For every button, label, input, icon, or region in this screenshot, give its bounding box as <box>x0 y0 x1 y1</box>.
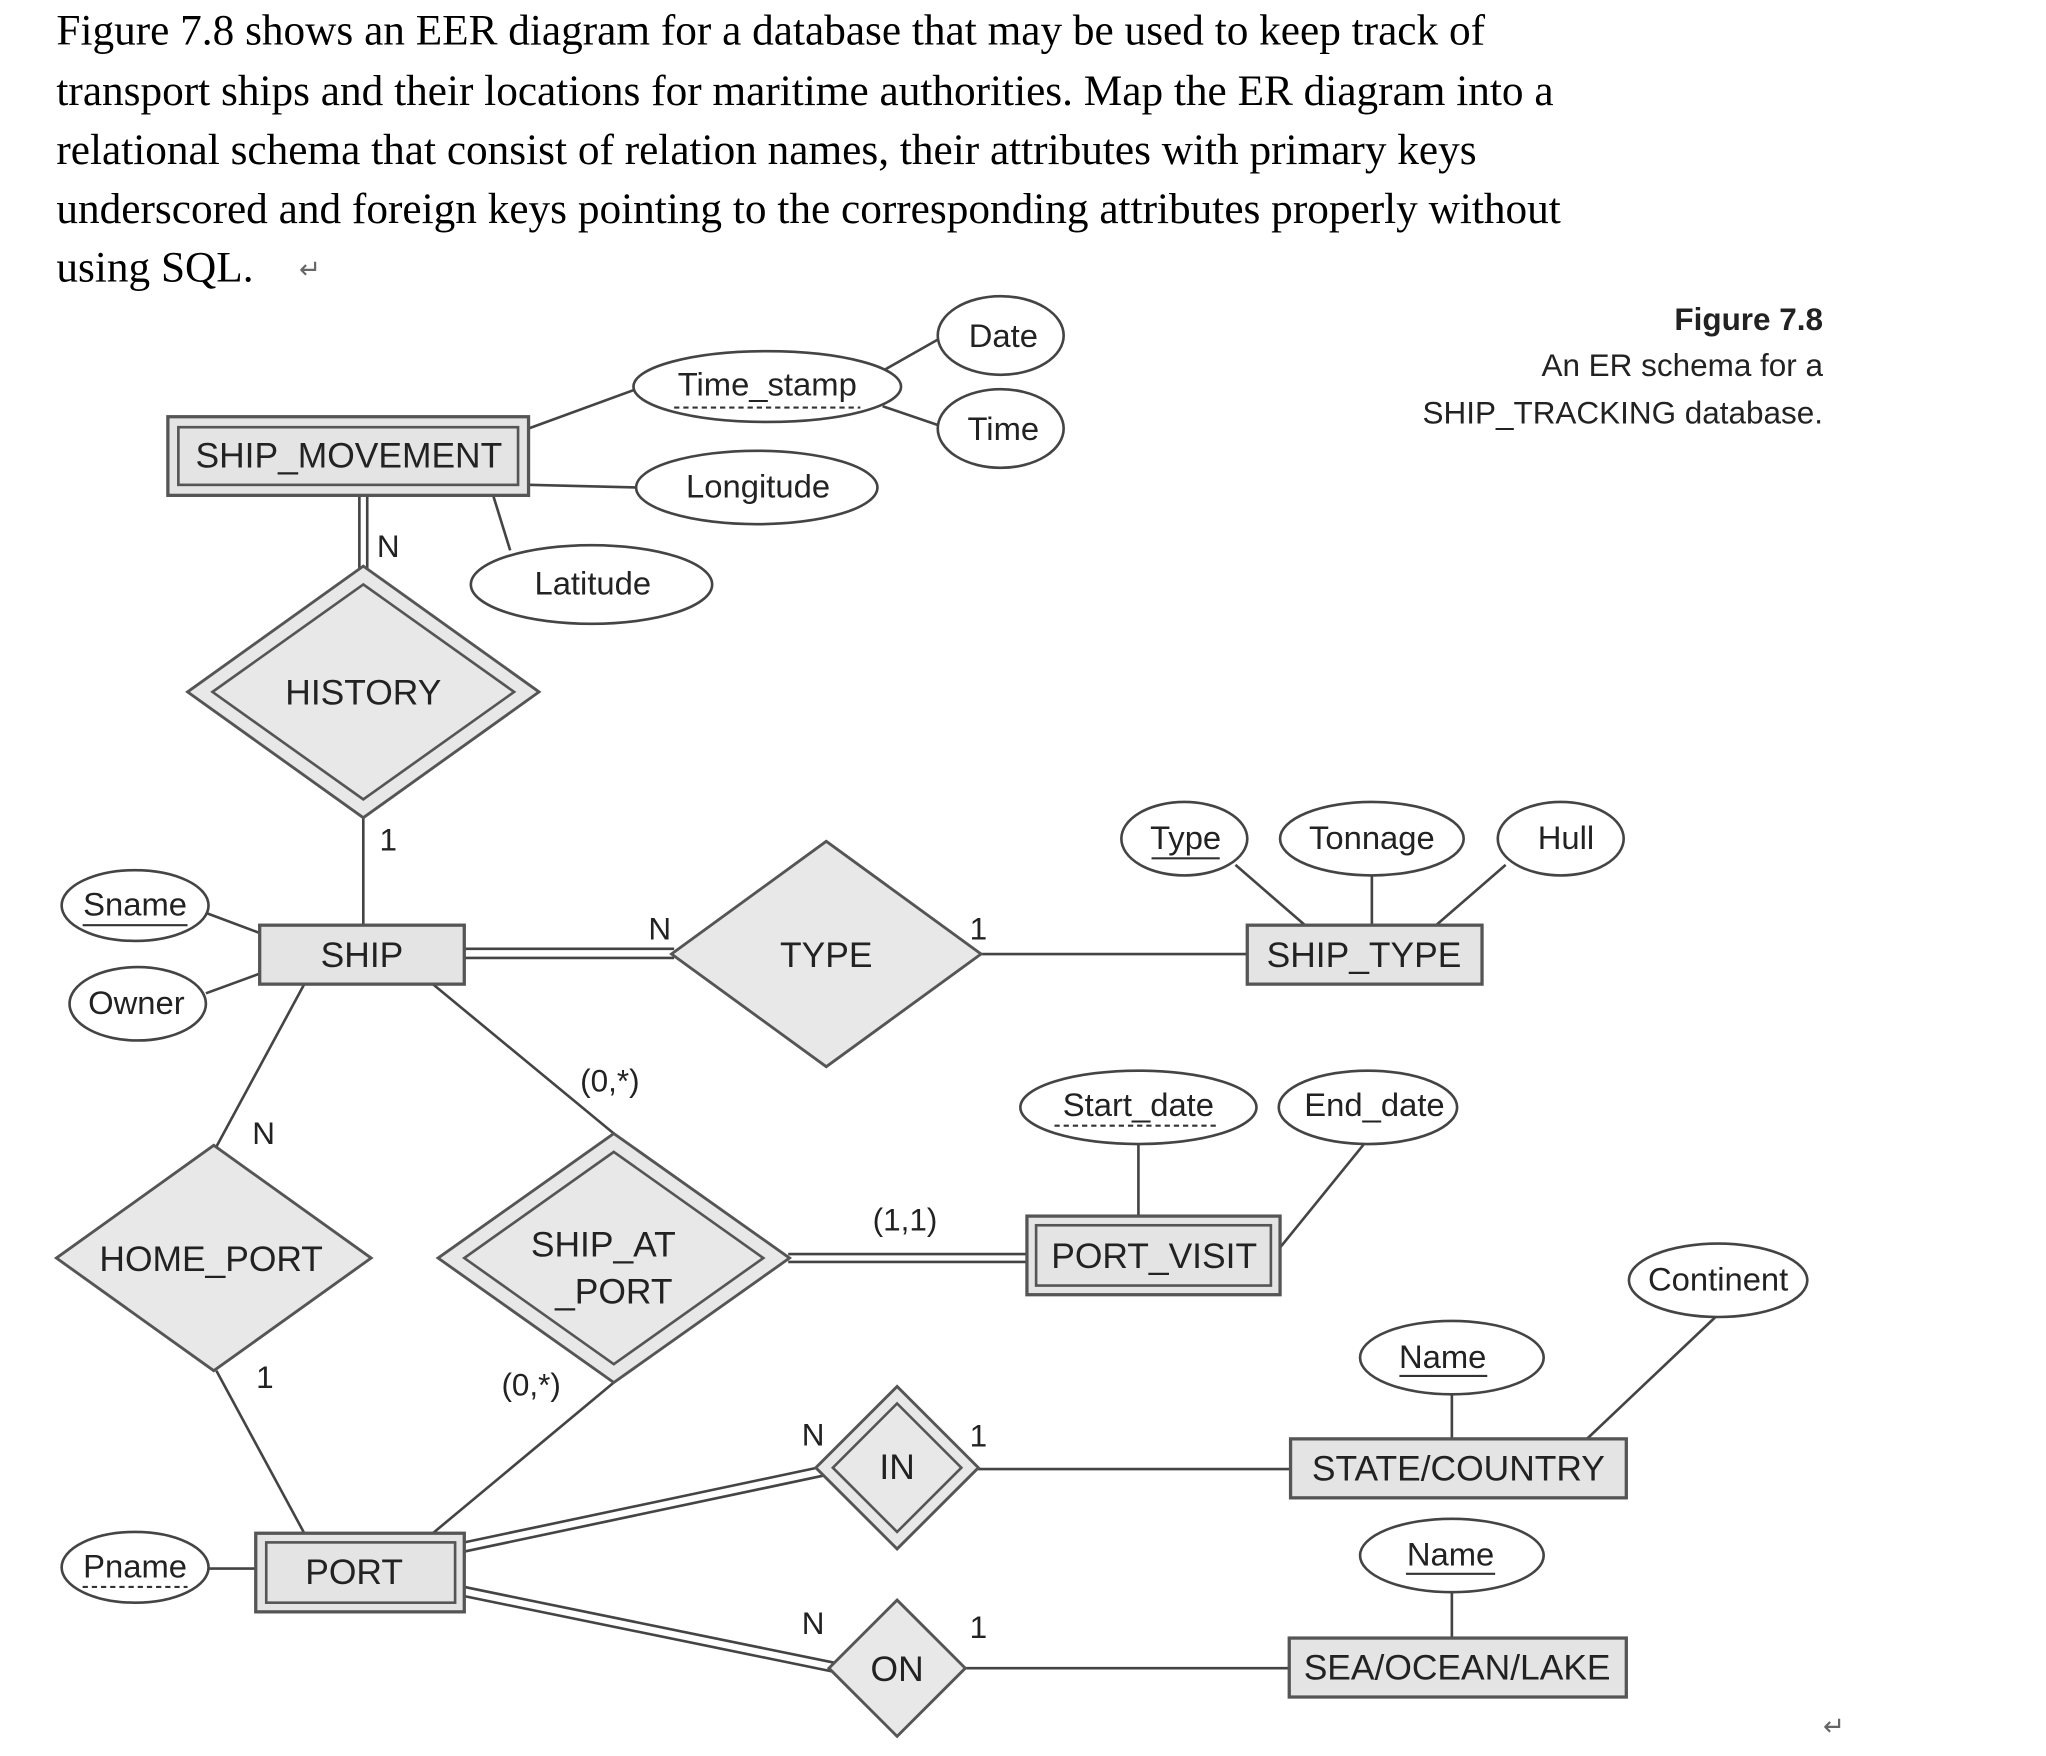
figure-number: Figure 7.8 <box>1674 302 1823 337</box>
attribute-state-name: Name <box>1358 1319 1545 1396</box>
attribute-label: Date <box>969 317 1038 354</box>
entity-port: PORT <box>254 1531 466 1614</box>
question-text: Figure 7.8 shows an EER diagram for a da… <box>56 7 1560 292</box>
attribute-label: Type <box>1150 819 1221 856</box>
attribute-longitude: Longitude <box>634 449 879 526</box>
attribute-label: Tonnage <box>1309 819 1435 856</box>
relationship-label: HISTORY <box>285 674 441 713</box>
attribute-label: Time_stamp <box>678 365 857 402</box>
attribute-label: Name <box>1399 1338 1486 1375</box>
caption-line: SHIP_TRACKING database. <box>1423 395 1823 430</box>
attribute-label: Time <box>968 410 1040 447</box>
relationship-on: ON <box>826 1598 968 1739</box>
cardinality-label: 1 <box>970 1419 988 1454</box>
attribute-hull: Hull <box>1496 800 1625 877</box>
cardinality-label: (0,*) <box>501 1368 560 1403</box>
return-mark-icon: ↵ <box>1823 1712 1845 1742</box>
relationship-ship-at-port: SHIP_AT _PORT <box>435 1131 793 1385</box>
attribute-label: Continent <box>1648 1261 1788 1298</box>
return-mark-icon: ↵ <box>299 255 321 285</box>
cardinality-label: N <box>648 912 671 947</box>
relationship-type: TYPE <box>669 839 984 1069</box>
cardinality-label: 1 <box>970 912 988 947</box>
question-line: using SQL. <box>56 244 253 292</box>
attribute-label: Longitude <box>686 468 830 505</box>
relationship-label: HOME_PORT <box>99 1240 323 1279</box>
attribute-label: Sname <box>83 886 187 923</box>
attribute-owner: Owner <box>68 965 208 1042</box>
cardinality-label: N <box>252 1116 275 1151</box>
attribute-label: End_date <box>1304 1086 1444 1123</box>
question-line: relational schema that consist of relati… <box>56 126 1476 174</box>
attribute-time: Time <box>936 387 1065 470</box>
attribute-sname: Sname <box>60 868 210 943</box>
attribute-label: Pname <box>83 1547 187 1584</box>
figure-caption: Figure 7.8 An ER schema for a SHIP_TRACK… <box>1423 302 1824 430</box>
entity-label: PORT <box>305 1553 403 1592</box>
entity-label: STATE/COUNTRY <box>1312 1450 1605 1489</box>
cardinality-label: 1 <box>379 823 397 858</box>
relationship-label: _PORT <box>554 1273 672 1312</box>
entity-state-country: STATE/COUNTRY <box>1288 1437 1628 1500</box>
entity-ship-type: SHIP_TYPE <box>1245 923 1484 986</box>
relationship-home-port: HOME_PORT <box>53 1143 374 1373</box>
cardinality-label: (0,*) <box>580 1064 639 1099</box>
cardinality-label: 1 <box>256 1360 274 1395</box>
attribute-tonnage: Tonnage <box>1278 800 1465 877</box>
attribute-sea-name: Name <box>1358 1517 1545 1594</box>
cardinality-label: N <box>802 1417 825 1452</box>
cardinality-label: 1 <box>970 1610 988 1645</box>
relationship-label: SHIP_AT <box>531 1225 676 1264</box>
entity-ship: SHIP <box>258 923 466 986</box>
question-line: underscored and foreign keys pointing to… <box>56 185 1560 233</box>
entity-label: SEA/OCEAN/LAKE <box>1304 1649 1611 1688</box>
cardinality-label: (1,1) <box>873 1203 938 1238</box>
attribute-end-date: End_date <box>1277 1069 1459 1146</box>
attribute-pname: Pname <box>60 1530 210 1604</box>
attribute-type: Type <box>1120 800 1249 877</box>
attribute-start-date: Start_date <box>1019 1069 1258 1146</box>
attribute-label: Latitude <box>534 565 651 602</box>
attribute-date: Date <box>936 294 1065 377</box>
entity-ship-movement: SHIP_MOVEMENT <box>166 415 531 497</box>
relationship-label: IN <box>879 1448 914 1487</box>
entity-label: SHIP_MOVEMENT <box>195 437 502 476</box>
attribute-label: Name <box>1407 1536 1494 1573</box>
question-line: Figure 7.8 shows an EER diagram for a da… <box>56 7 1485 55</box>
entity-label: SHIP <box>321 936 404 975</box>
attribute-label: Owner <box>88 984 185 1021</box>
relationship-in: IN <box>813 1384 981 1551</box>
entity-label: SHIP_TYPE <box>1267 936 1462 975</box>
attribute-label: Hull <box>1538 819 1594 856</box>
question-line: transport ships and their locations for … <box>56 67 1553 115</box>
entity-port-visit: PORT_VISIT <box>1025 1214 1282 1297</box>
attribute-latitude: Latitude <box>469 543 714 626</box>
cardinality-label: N <box>377 529 400 564</box>
attribute-label: Start_date <box>1063 1086 1214 1123</box>
entity-label: PORT_VISIT <box>1051 1237 1257 1276</box>
relationship-label: TYPE <box>780 936 872 975</box>
cardinality-label: N <box>802 1606 825 1641</box>
entity-sea-ocean-lake: SEA/OCEAN/LAKE <box>1287 1636 1628 1699</box>
attribute-time-stamp: Time_stamp <box>632 349 903 424</box>
relationship-label: ON <box>871 1650 924 1689</box>
attribute-continent: Continent <box>1627 1242 1809 1319</box>
caption-line: An ER schema for a <box>1541 348 1823 383</box>
er-figure: Figure 7.8 shows an EER diagram for a da… <box>53 7 1845 1742</box>
